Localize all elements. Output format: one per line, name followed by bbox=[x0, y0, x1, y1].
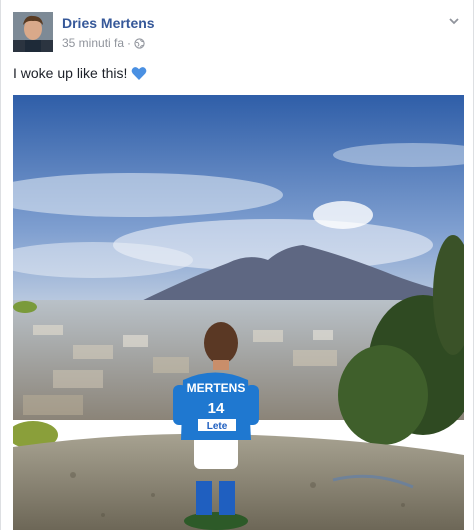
meta-separator: · bbox=[127, 36, 132, 50]
jersey-name: MERTENS bbox=[187, 381, 246, 395]
jersey-number: 14 bbox=[208, 400, 225, 417]
post-meta: 35 minuti fa · bbox=[62, 36, 145, 50]
author-name[interactable]: Dries Mertens bbox=[62, 15, 155, 31]
globe-icon[interactable] bbox=[134, 37, 145, 49]
jersey-sponsor: Lete bbox=[207, 421, 228, 432]
chevron-down-icon[interactable] bbox=[447, 14, 461, 28]
blue-heart-icon bbox=[132, 66, 147, 80]
feed-post: Dries Mertens 35 minuti fa · I woke up l… bbox=[0, 0, 474, 530]
post-text: I woke up like this! bbox=[13, 65, 147, 81]
post-timestamp[interactable]: 35 minuti fa bbox=[62, 36, 124, 50]
post-message: I woke up like this! bbox=[13, 65, 128, 81]
post-photo[interactable]: MERTENS 14 Lete bbox=[13, 95, 464, 530]
author-avatar[interactable] bbox=[13, 12, 53, 52]
